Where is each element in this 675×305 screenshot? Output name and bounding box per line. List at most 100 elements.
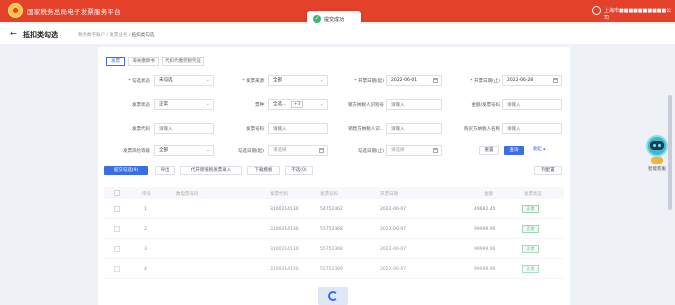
breadcrumb-item[interactable]: 发票业务 xyxy=(109,33,127,38)
calendar-icon xyxy=(433,148,438,153)
back-arrow-icon[interactable]: ← xyxy=(10,29,17,38)
submit-check-button[interactable]: 提交勾选(9) xyxy=(104,166,148,175)
seller-tax-id-label: 销方纳税人识别号 xyxy=(348,103,384,108)
invoice-date-to-label: * 开票日期(止) xyxy=(470,79,500,84)
invoice-date-cell: 2022-06-07 xyxy=(380,247,407,252)
seller-tax-id-input[interactable] xyxy=(386,99,442,110)
column-header: 金额 xyxy=(484,192,493,197)
buyer-name-input[interactable] xyxy=(502,123,562,134)
calendar-icon xyxy=(319,148,324,153)
row-checkbox[interactable] xyxy=(114,246,120,252)
invoice-code-label: 发票代码 xyxy=(132,127,150,132)
risk-level-label: 发票风险等级 xyxy=(123,149,150,154)
invoice-number-cell: 55752368 xyxy=(320,247,343,252)
search-button[interactable]: 查询 xyxy=(504,146,524,155)
tab-customs-payment[interactable]: 海关缴款书 xyxy=(128,57,159,66)
amount-cell: 99999.96 xyxy=(474,227,496,232)
invoice-number-cell: 55752368 xyxy=(320,227,343,232)
table-row[interactable]: 3 3100214130 55752368 2022-06-07 99999.9… xyxy=(104,240,564,259)
page-header: ← 抵扣类勾选 税务数字账户 / 发票业务 / 抵扣类勾选 xyxy=(0,24,675,44)
check-date-to-picker[interactable]: 请选择 xyxy=(386,145,442,156)
row-index: 1 xyxy=(144,207,147,212)
invoice-date-cell: 2022-06-07 xyxy=(380,267,407,272)
row-checkbox[interactable] xyxy=(114,206,120,212)
more-count-badge: +3 xyxy=(290,101,304,108)
collapse-toggle[interactable]: 收起 ▴ xyxy=(529,146,549,155)
spinner-icon xyxy=(328,291,338,301)
invoice-number-cell: 54752462 xyxy=(320,207,343,212)
check-date-to-placeholder: 请选择 xyxy=(391,148,405,153)
loading-indicator xyxy=(318,287,348,305)
tab-invoice[interactable]: 发票 xyxy=(106,57,125,66)
invoice-type-multiselect[interactable]: 全选... +3 ⌄ xyxy=(268,99,328,110)
invoice-date-to-picker[interactable]: 2022-06-28 xyxy=(502,75,562,86)
row-index: 2 xyxy=(144,227,147,232)
page-title: 抵扣类勾选 xyxy=(23,31,58,39)
invoice-status-value: 正常 xyxy=(159,102,168,107)
check-circle-icon: ✓ xyxy=(313,15,321,23)
seller-taxpayer-label: 销售方纳税人识... xyxy=(348,127,384,132)
chevron-down-icon: ⌄ xyxy=(319,77,324,83)
check-date-from-placeholder: 请选择 xyxy=(273,148,287,153)
user-name[interactable]: 上海市■■■■■■■■■■公司 xyxy=(604,7,675,21)
column-header: 发票代码 xyxy=(270,192,288,197)
chevron-down-icon: ⌄ xyxy=(205,101,210,107)
check-status-select[interactable]: 未勾选 ⌄ xyxy=(154,75,214,86)
status-badge: 正常 xyxy=(522,205,539,213)
table-row[interactable]: 2 3100214130 55752368 2022-06-07 99999.9… xyxy=(104,220,564,239)
agent-invoice-entry-button[interactable]: 代开增值税发票录入 xyxy=(180,166,242,175)
invoice-code-cell: 3100214130 xyxy=(270,227,299,232)
tab-withholding-certificate[interactable]: 代扣代缴完税凭证 xyxy=(162,57,204,66)
chevron-down-icon: ⌄ xyxy=(319,101,324,107)
risk-level-value: 全部 xyxy=(159,148,168,153)
check-date-from-label: 勾选日期(起) xyxy=(237,149,264,154)
row-checkbox[interactable] xyxy=(114,226,120,232)
risk-level-select[interactable]: 全部 ⌄ xyxy=(154,145,214,156)
amount-cell: 99999.96 xyxy=(474,267,496,272)
check-date-from-picker[interactable]: 请选择 xyxy=(268,145,328,156)
invoice-number-label: 发票号码 xyxy=(246,127,264,132)
invoice-code-input[interactable] xyxy=(154,123,214,134)
invoice-status-label: 发票状态 xyxy=(132,103,150,108)
export-button[interactable]: 导出 xyxy=(155,166,175,175)
smart-assistant-button[interactable]: 智能客服 xyxy=(642,135,672,177)
amount-number-label: 金额/发票号码 xyxy=(471,103,500,108)
status-badge: 正常 xyxy=(522,245,539,253)
invoice-date-from-label: * 开票日期(起) xyxy=(354,79,384,84)
row-checkbox[interactable] xyxy=(114,266,120,272)
select-all-checkbox[interactable] xyxy=(114,190,120,196)
calendar-icon xyxy=(433,78,438,83)
column-header: 序号 xyxy=(142,192,151,197)
robot-face xyxy=(650,141,664,150)
invoice-date-to-value: 2022-06-28 xyxy=(507,78,534,83)
row-index: 4 xyxy=(144,267,147,272)
column-header: 发票状态 xyxy=(524,192,542,197)
download-template-button[interactable]: 下载模板 xyxy=(247,166,280,175)
seller-taxpayer-input[interactable] xyxy=(386,123,442,134)
amount-number-input[interactable] xyxy=(502,99,562,110)
column-settings-button[interactable]: 列配置 xyxy=(534,166,562,175)
chevron-down-icon: ⌄ xyxy=(205,147,210,153)
column-header: 发票号码 xyxy=(320,192,338,197)
check-status-label: * 勾选状态 xyxy=(128,79,150,84)
deselect-button[interactable]: 不选(0) xyxy=(285,166,313,175)
table-row[interactable]: 4 3100214130 55752369 2022-06-07 99999.9… xyxy=(104,260,564,279)
breadcrumb-item[interactable]: 税务数字账户 xyxy=(78,33,105,38)
invoice-source-select[interactable]: 全部 ⌄ xyxy=(268,75,328,86)
invoice-date-from-picker[interactable]: 2022-06-01 xyxy=(386,75,442,86)
invoice-code-cell: 3100214130 xyxy=(270,267,299,272)
table-row[interactable]: 1 3100214130 54752462 2022-06-07 49682.4… xyxy=(104,200,564,219)
check-date-to-label: 勾选日期(止) xyxy=(357,149,384,154)
column-header: 数电票号码 xyxy=(176,192,199,197)
invoice-status-select[interactable]: 正常 ⌄ xyxy=(154,99,214,110)
invoice-number-input[interactable] xyxy=(268,123,328,134)
invoice-code-cell: 3100214130 xyxy=(270,207,299,212)
amount-cell: 49682.40 xyxy=(474,207,496,212)
invoice-type-value: 全选... xyxy=(273,102,287,107)
invoice-type-label: 票种 xyxy=(255,103,264,108)
reset-button[interactable]: 重置 xyxy=(479,146,499,155)
chevron-down-icon: ⌄ xyxy=(205,77,210,83)
user-icon[interactable] xyxy=(592,6,601,15)
toast-message: 提交成功 xyxy=(324,17,345,23)
row-index: 3 xyxy=(144,247,147,252)
